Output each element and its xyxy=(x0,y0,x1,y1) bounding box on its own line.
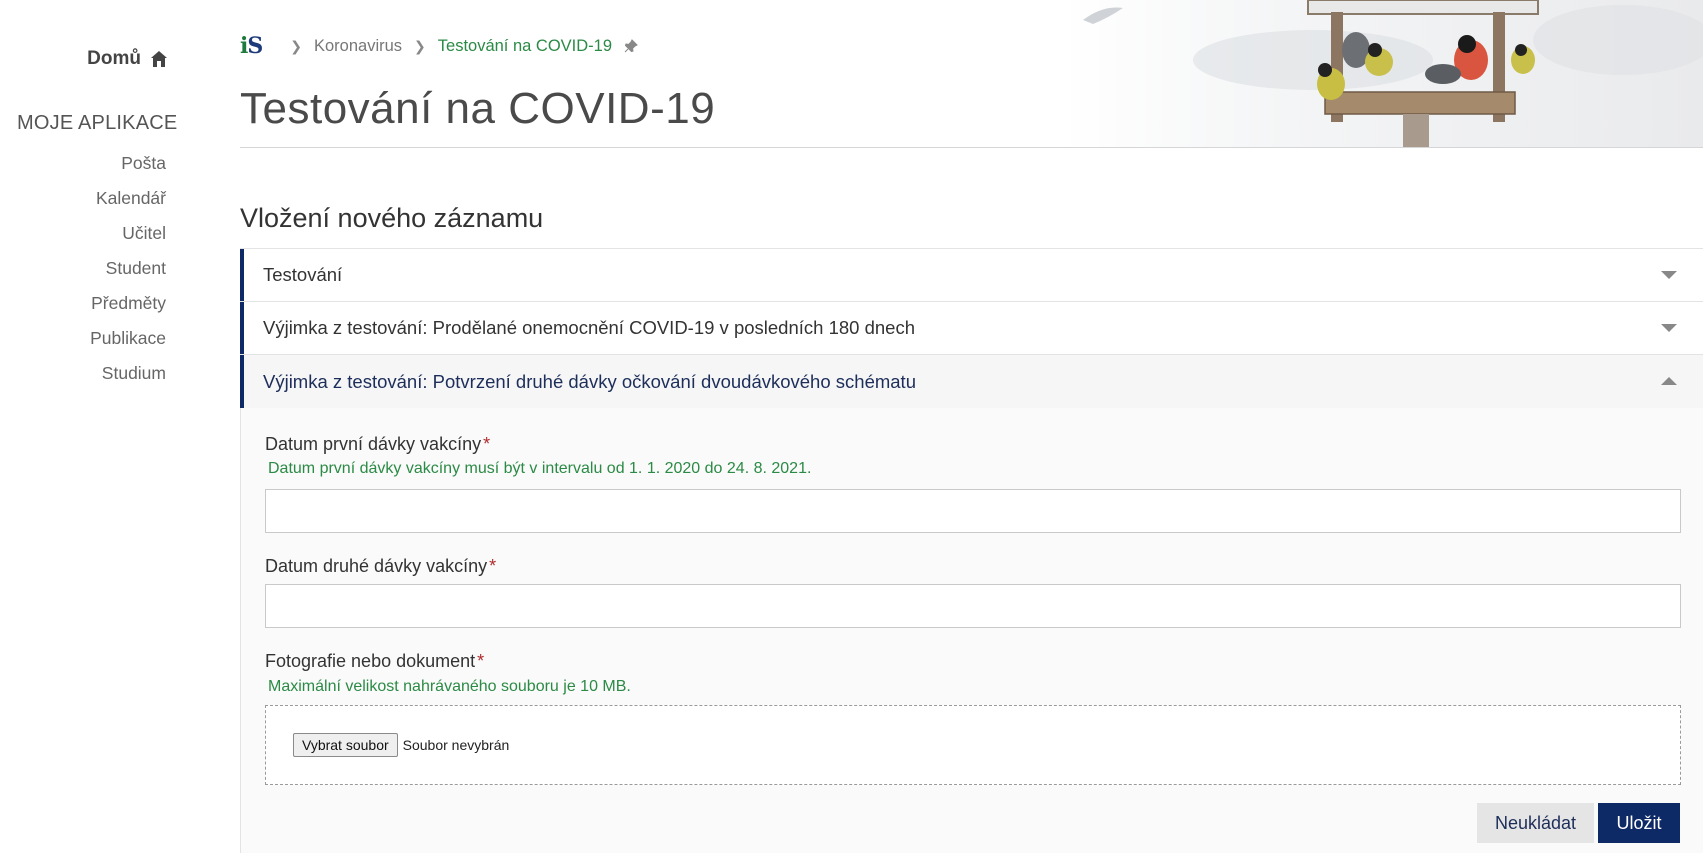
section-title: Vložení nového záznamu xyxy=(240,203,544,233)
pin-icon[interactable] xyxy=(624,39,638,53)
file-label: Fotografie nebo dokument * xyxy=(265,651,485,671)
second-dose-date-input[interactable] xyxy=(265,584,1681,628)
caret-down-icon xyxy=(1661,271,1677,279)
file-dropzone[interactable]: Vybrat soubor Soubor nevybrán xyxy=(265,705,1681,785)
file-size-hint: Maximální velikost nahrávaného souboru j… xyxy=(268,678,631,695)
cancel-button[interactable]: Neukládat xyxy=(1477,803,1594,843)
caret-up-icon xyxy=(1661,377,1677,385)
home-icon xyxy=(151,51,167,67)
file-status: Soubor nevybrán xyxy=(402,737,510,753)
sidebar-item-predmety[interactable]: Předměty xyxy=(90,292,166,327)
required-mark: * xyxy=(483,434,491,454)
page-header: iS ❯ Koronavirus ❯ Testování na COVID-19… xyxy=(240,0,1703,148)
accordion-header-druha-davka[interactable]: Výjimka z testování: Potvrzení druhé dáv… xyxy=(240,355,1703,408)
breadcrumb: iS ❯ Koronavirus ❯ Testování na COVID-19 xyxy=(240,33,638,59)
required-mark: * xyxy=(477,651,485,671)
chevron-right-icon: ❯ xyxy=(414,37,426,54)
breadcrumb-current[interactable]: Testování na COVID-19 xyxy=(438,37,612,56)
second-dose-label: Datum druhé dávky vakcíny * xyxy=(265,556,497,576)
accordion-label: Výjimka z testování: Prodělané onemocněn… xyxy=(263,317,915,338)
accordion-panel-druha-davka: Datum první dávky vakcíny * Datum první d… xyxy=(240,408,1703,853)
home-link[interactable]: Domů xyxy=(87,48,168,70)
required-mark: * xyxy=(489,556,497,576)
accordion-header-testovani[interactable]: Testování xyxy=(240,249,1703,302)
accordion: Testování Výjimka z testování: Prodělané… xyxy=(240,248,1703,853)
sidebar-item-kalendar[interactable]: Kalendář xyxy=(90,187,166,222)
sidebar-item-posta[interactable]: Pošta xyxy=(90,152,166,187)
is-logo[interactable]: iS xyxy=(240,33,263,59)
page-title: Testování na COVID-19 xyxy=(240,84,716,133)
banner-image xyxy=(1063,0,1703,147)
save-button[interactable]: Uložit xyxy=(1598,803,1680,843)
sidebar-item-studium[interactable]: Studium xyxy=(90,362,166,397)
chevron-right-icon: ❯ xyxy=(290,37,302,54)
breadcrumb-koronavirus[interactable]: Koronavirus xyxy=(314,37,402,56)
accordion-header-prodelane-onemocneni[interactable]: Výjimka z testování: Prodělané onemocněn… xyxy=(240,302,1703,355)
sidebar-item-publikace[interactable]: Publikace xyxy=(90,327,166,362)
choose-file-button[interactable]: Vybrat soubor xyxy=(293,733,398,757)
first-dose-label: Datum první dávky vakcíny * xyxy=(265,434,491,454)
accordion-label: Testování xyxy=(263,264,343,285)
caret-down-icon xyxy=(1661,324,1677,332)
accordion-label: Výjimka z testování: Potvrzení druhé dáv… xyxy=(263,370,916,392)
sidebar-item-student[interactable]: Student xyxy=(90,257,166,292)
first-dose-hint: Datum první dávky vakcíny musí být v int… xyxy=(268,460,812,477)
sidebar: Domů MOJE APLIKACE Pošta Kalendář Učitel… xyxy=(0,0,240,853)
apps-heading: MOJE APLIKACE xyxy=(17,112,178,134)
first-dose-date-input[interactable] xyxy=(265,489,1681,533)
home-label: Domů xyxy=(87,48,141,69)
apps-nav: Pošta Kalendář Učitel Student Předměty P… xyxy=(90,152,166,397)
sidebar-item-ucitel[interactable]: Učitel xyxy=(90,222,166,257)
